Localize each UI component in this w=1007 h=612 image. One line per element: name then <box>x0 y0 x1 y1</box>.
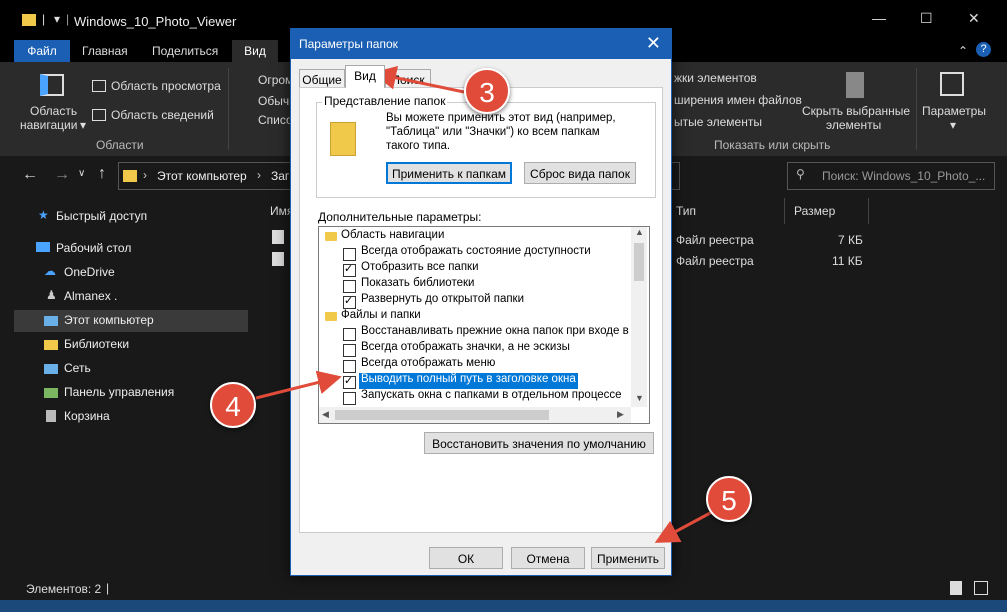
step-marker-4: 4 <box>210 382 256 428</box>
tab-view-options[interactable]: Вид <box>345 65 385 88</box>
arrow-to-apply-button <box>654 510 713 543</box>
arrow-to-view-tab <box>372 65 465 94</box>
arrow-to-full-path-option <box>255 370 342 400</box>
step-marker-3: 3 <box>464 68 510 114</box>
step-marker-5: 5 <box>706 476 752 522</box>
